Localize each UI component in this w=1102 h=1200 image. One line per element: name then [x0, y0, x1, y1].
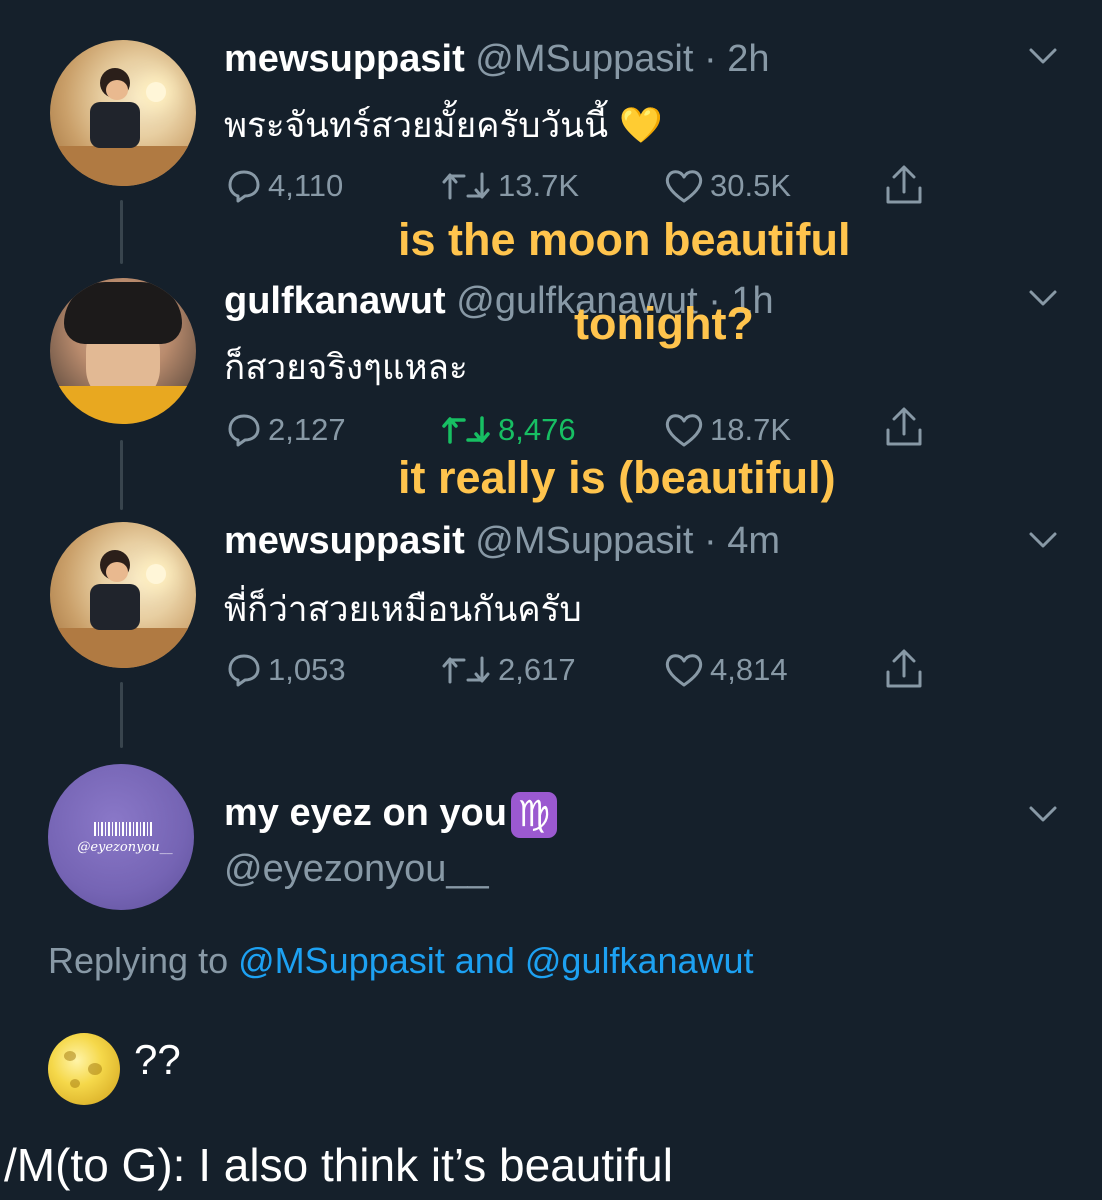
avatar-lamp: [146, 82, 166, 102]
like-count: 18.7K: [710, 412, 792, 447]
like-button[interactable]: 30.5K: [664, 168, 791, 204]
reply-button[interactable]: 2,127: [226, 412, 346, 448]
avatar-mewsuppasit[interactable]: [50, 40, 196, 186]
chevron-down-icon[interactable]: [1028, 530, 1058, 550]
main-tweet-handle[interactable]: @eyezonyou__: [224, 848, 489, 891]
main-tweet-text: ??: [134, 1036, 181, 1083]
heart-icon: [665, 170, 703, 203]
avatar-gulfkanawut[interactable]: [50, 278, 196, 424]
avatar-floor: [50, 628, 196, 668]
tweet-1-text: พระจันทร์สวยมั้ยครับวันนี้ 💛: [224, 98, 663, 153]
tweet-3-text: พี่ก็ว่าสวยเหมือนกันครับ: [224, 590, 582, 630]
retweet-count: 13.7K: [498, 168, 580, 203]
reply-count: 2,127: [268, 412, 346, 447]
avatar-figure-body: [90, 584, 140, 630]
reply-mention-msuppasit[interactable]: @MSuppasit: [238, 940, 445, 981]
tweet-2-name[interactable]: gulfkanawut: [224, 280, 446, 322]
share-icon[interactable]: [884, 648, 924, 690]
tweet-3-handle[interactable]: @MSuppasit: [475, 520, 693, 562]
avatar-lamp: [146, 564, 166, 584]
chevron-down-icon[interactable]: [1028, 804, 1058, 824]
retweet-button[interactable]: 8,476: [440, 412, 576, 448]
main-tweet-display-name[interactable]: my eyez on you: [224, 792, 507, 834]
virgo-icon: ♍: [510, 792, 557, 838]
retweet-button[interactable]: 13.7K: [440, 168, 579, 204]
tweet-1-text-body: พระจันทร์สวยมั้ยครับวันนี้: [224, 106, 609, 146]
tweet-1-time: · 2h: [703, 38, 770, 80]
tweet-3-name[interactable]: mewsuppasit: [224, 520, 465, 562]
avatar-hair: [64, 282, 182, 344]
avatar-figure-face: [106, 80, 128, 100]
reply-and[interactable]: and: [455, 940, 515, 981]
like-count: 4,814: [710, 652, 788, 687]
tweet-2-text: ก็สวยจริงๆแหละ: [224, 348, 468, 388]
replying-to-line: Replying to @MSuppasit and @gulfkanawut: [48, 940, 754, 982]
overlay-translation-1: is the moon beautiful: [398, 214, 851, 265]
overlay-translation-3: it really is (beautiful): [398, 452, 836, 503]
reply-button[interactable]: 1,053: [226, 652, 346, 688]
avatar-floor: [50, 146, 196, 186]
chevron-down-icon[interactable]: [1028, 288, 1058, 308]
avatar-mewsuppasit[interactable]: [50, 522, 196, 668]
moon-icon: [48, 1033, 120, 1105]
avatar-shirt: [50, 386, 196, 424]
reply-icon: [228, 414, 260, 447]
tweet-1-handle[interactable]: @MSuppasit: [475, 38, 693, 80]
tweet-3-time: · 4m: [703, 520, 780, 562]
like-button[interactable]: 18.7K: [664, 412, 791, 448]
retweet-icon: [442, 416, 490, 444]
reply-mention-gulfkanawut[interactable]: @gulfkanawut: [525, 940, 754, 981]
heart-icon: [665, 414, 703, 447]
main-tweet-name[interactable]: my eyez on you ♍: [224, 792, 557, 838]
overlay-translation-2: tonight?: [574, 298, 754, 349]
tweet-1-author[interactable]: mewsuppasit @MSuppasit · 2h: [224, 38, 769, 81]
reply-button[interactable]: 4,110: [226, 168, 343, 204]
yellow-heart-icon: 💛: [619, 106, 663, 146]
retweet-count: 2,617: [498, 652, 576, 687]
heart-icon: [665, 654, 703, 687]
barcode-graphic: [94, 822, 152, 836]
reply-count: 4,110: [268, 168, 344, 203]
avatar-figure-face: [106, 562, 128, 582]
reply-icon: [228, 170, 260, 203]
like-button[interactable]: 4,814: [664, 652, 788, 688]
like-count: 30.5K: [710, 168, 792, 203]
thread-connector: [120, 200, 123, 264]
retweet-count: 8,476: [498, 412, 576, 447]
avatar-figure-body: [90, 102, 140, 148]
thread-connector: [120, 682, 123, 748]
reply-icon: [228, 654, 260, 687]
share-icon[interactable]: [884, 164, 924, 206]
translation-caption: /M(to G): I also think it’s beautiful: [4, 1139, 673, 1191]
thread-connector: [120, 440, 123, 510]
avatar-eyezonyou[interactable]: @eyezonyou__: [48, 764, 194, 910]
replying-prefix: Replying to: [48, 940, 229, 981]
tweet-1-name[interactable]: mewsuppasit: [224, 38, 465, 80]
retweet-icon: [442, 656, 490, 684]
avatar-signature: @eyezonyou__: [77, 840, 173, 855]
chevron-down-icon[interactable]: [1028, 46, 1058, 66]
tweet-3-author[interactable]: mewsuppasit @MSuppasit · 4m: [224, 520, 780, 563]
share-icon[interactable]: [884, 406, 924, 448]
retweet-icon: [442, 172, 490, 200]
reply-count: 1,053: [268, 652, 346, 687]
retweet-button[interactable]: 2,617: [440, 652, 576, 688]
